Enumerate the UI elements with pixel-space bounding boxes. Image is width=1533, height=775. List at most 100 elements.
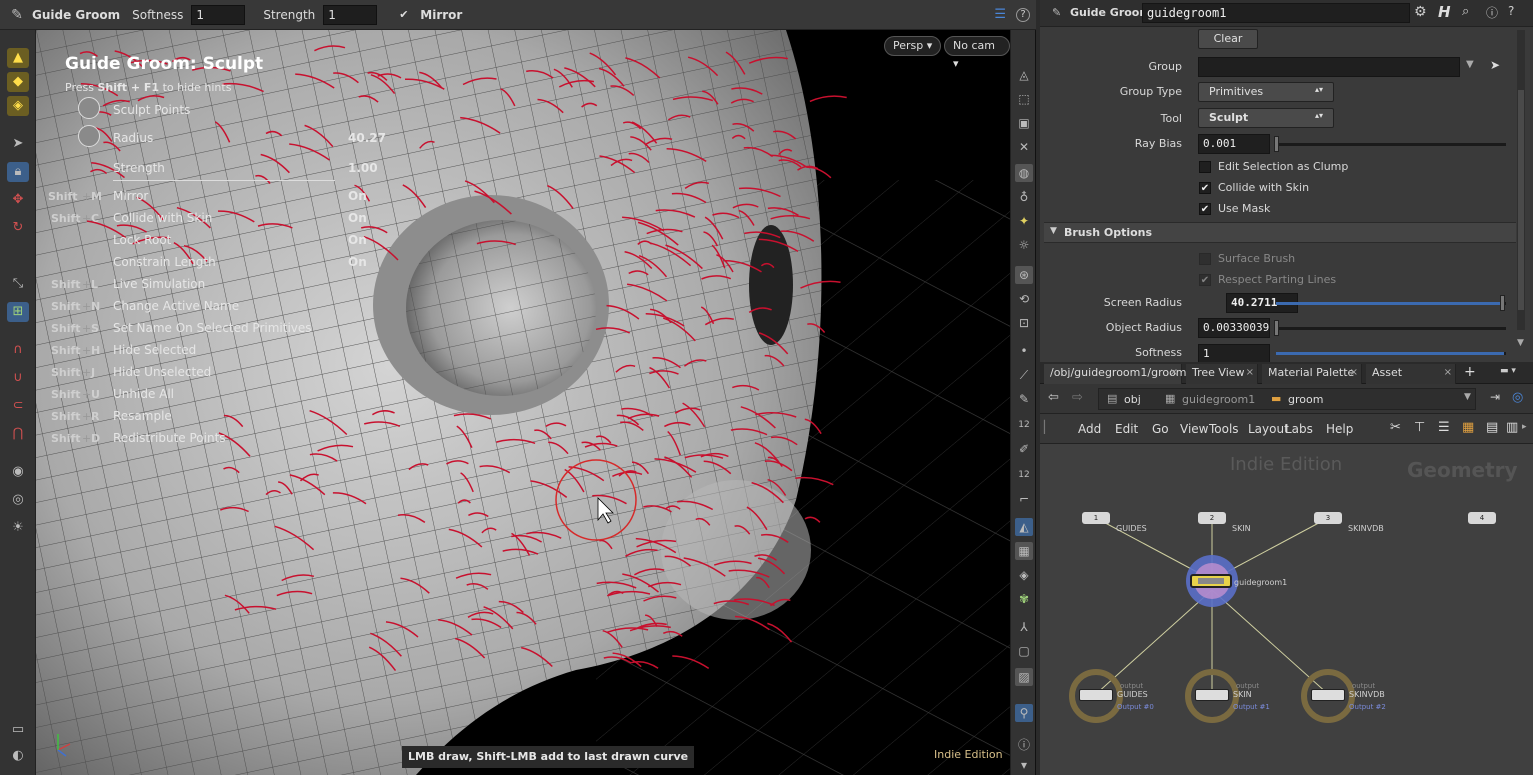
- softness-param-field[interactable]: 1: [1198, 344, 1270, 362]
- view-tool-icon[interactable]: ◉: [7, 462, 29, 482]
- render-icon[interactable]: ◎: [7, 490, 29, 510]
- back-arrow-icon[interactable]: ⇦: [1048, 390, 1059, 405]
- pin-pane-icon[interactable]: ⇥: [1490, 390, 1500, 404]
- point-display-icon[interactable]: •: [1015, 342, 1033, 360]
- headlight-icon[interactable]: ✦: [1015, 212, 1033, 230]
- pen-icon[interactable]: ✎: [6, 7, 28, 23]
- brush-display-icon[interactable]: ✐: [1015, 440, 1033, 458]
- prim-numbers-icon[interactable]: 12: [1015, 466, 1033, 484]
- rotate-tool-icon[interactable]: ↻: [7, 218, 29, 238]
- pane-tab[interactable]: Tree View ×: [1186, 364, 1258, 384]
- object-radius-slider[interactable]: [1276, 327, 1506, 330]
- menu-go[interactable]: Go: [1152, 422, 1169, 436]
- deform-tool-icon[interactable]: ⊂: [7, 396, 29, 416]
- lock-camera-icon[interactable]: ▣: [1015, 114, 1033, 132]
- butterfly-icon[interactable]: ✾: [1015, 590, 1033, 608]
- layers-icon[interactable]: ◈: [1015, 566, 1033, 584]
- menu-edit[interactable]: Edit: [1115, 422, 1138, 436]
- brush-options-section[interactable]: ▼ Brush Options: [1044, 222, 1516, 243]
- group-dropdown-icon[interactable]: ▼: [1466, 59, 1474, 70]
- template-icon[interactable]: ⬚: [1015, 90, 1033, 108]
- group-field[interactable]: [1198, 57, 1460, 77]
- handle-tool-icon[interactable]: ⊞: [7, 302, 29, 322]
- menu-tools[interactable]: Tools: [1209, 422, 1239, 436]
- uv-icon[interactable]: ▦: [1015, 542, 1033, 560]
- input-node[interactable]: 4: [1468, 512, 1496, 524]
- softness-param-slider[interactable]: [1276, 352, 1506, 355]
- render-region-icon[interactable]: ⊡: [1015, 314, 1033, 332]
- joint-icon[interactable]: ⅄: [1015, 618, 1033, 636]
- group-type-menu[interactable]: Primitives ▴▾: [1198, 82, 1334, 102]
- close-tab-icon[interactable]: ×: [1170, 364, 1178, 382]
- magnet-icon[interactable]: ∩: [7, 340, 29, 360]
- corner-icon[interactable]: ⌐: [1015, 490, 1033, 508]
- menu-labs[interactable]: Labs: [1285, 422, 1313, 436]
- menu-layout[interactable]: Layout: [1248, 422, 1289, 436]
- screen-radius-slider[interactable]: [1276, 302, 1506, 305]
- close-tab-icon[interactable]: ×: [1350, 364, 1358, 382]
- surface-brush-checkbox[interactable]: [1199, 253, 1211, 265]
- help-param-icon[interactable]: ?: [1508, 4, 1514, 18]
- strength-field[interactable]: 1: [323, 4, 378, 25]
- ghost-icon[interactable]: ◬: [1015, 66, 1033, 84]
- edit-selection-checkbox[interactable]: [1199, 161, 1211, 173]
- node-name-field[interactable]: guidegroom1: [1142, 3, 1410, 23]
- houdini-h-icon[interactable]: H: [1438, 3, 1451, 21]
- breadcrumb-item[interactable]: guidegroom1: [1182, 393, 1255, 406]
- help-icon[interactable]: ?: [1016, 7, 1030, 22]
- light-icon[interactable]: ☀: [7, 518, 29, 538]
- menu-view[interactable]: View: [1180, 422, 1208, 436]
- image-icon[interactable]: ▨: [1015, 668, 1033, 686]
- breadcrumb-item[interactable]: obj: [1124, 393, 1141, 406]
- menu-add[interactable]: Add: [1078, 422, 1101, 436]
- path-dropdown-icon[interactable]: ▼: [1464, 392, 1471, 402]
- table-view-icon[interactable]: ▤: [1486, 420, 1498, 435]
- pen-display-icon[interactable]: ✎: [1015, 390, 1033, 408]
- select-arrow-icon[interactable]: ➤: [7, 134, 29, 154]
- xray-icon[interactable]: ⊛: [1015, 266, 1033, 284]
- output-node[interactable]: [1195, 689, 1229, 701]
- grid-view-icon[interactable]: ▦: [1462, 420, 1474, 435]
- close-tab-icon[interactable]: ×: [1444, 364, 1452, 382]
- camera-icon[interactable]: ◐: [7, 746, 29, 766]
- close-view-icon[interactable]: ✕: [1015, 138, 1033, 156]
- scroll-down-icon[interactable]: ▾: [1015, 756, 1033, 774]
- scale-tool-icon[interactable]: ⤡: [7, 274, 29, 294]
- normals-icon[interactable]: ◭: [1015, 518, 1033, 536]
- move-tool-icon[interactable]: ✥: [7, 190, 29, 210]
- pin-icon[interactable]: ⚲: [1015, 704, 1033, 722]
- ray-bias-slider[interactable]: [1276, 143, 1506, 146]
- search-icon[interactable]: ⌕: [1462, 4, 1469, 19]
- pane-menu-icon[interactable]: ▬ ▾: [1500, 366, 1516, 376]
- info-icon[interactable]: ⓘ: [1015, 736, 1033, 754]
- menubar-more-icon[interactable]: ▸: [1522, 422, 1527, 432]
- object-radius-field[interactable]: 0.00330039: [1198, 318, 1270, 338]
- point-numbers-icon[interactable]: 12: [1015, 416, 1033, 434]
- options-icon[interactable]: ☰: [994, 7, 1006, 22]
- box-icon[interactable]: ▢: [1015, 642, 1033, 660]
- menu-help[interactable]: Help: [1326, 422, 1353, 436]
- pose-tool-icon[interactable]: ∪: [7, 368, 29, 388]
- tool-menu[interactable]: Sculpt ▴▾: [1198, 108, 1334, 128]
- softness-field[interactable]: 1: [191, 4, 246, 25]
- guidegroom-node[interactable]: [1190, 574, 1232, 588]
- respect-parting-checkbox[interactable]: ✔: [1199, 274, 1211, 286]
- input-node[interactable]: 1: [1082, 512, 1110, 524]
- ray-bias-field[interactable]: 0.001: [1198, 134, 1270, 154]
- param-scroll-down-icon[interactable]: ▼: [1517, 338, 1524, 348]
- collide-checkbox[interactable]: ✔: [1199, 182, 1211, 194]
- use-mask-checkbox[interactable]: ✔: [1199, 203, 1211, 215]
- group-select-arrow-icon[interactable]: ➤: [1490, 58, 1500, 72]
- output-node[interactable]: [1079, 689, 1113, 701]
- flip-icon[interactable]: ⟲: [1015, 290, 1033, 308]
- eraser-tool-icon[interactable]: ◈: [7, 96, 29, 116]
- gear-icon[interactable]: ⚙: [1414, 4, 1427, 20]
- screen-radius-knob[interactable]: [1500, 295, 1505, 311]
- object-radius-knob[interactable]: [1274, 320, 1279, 336]
- output-node[interactable]: [1311, 689, 1345, 701]
- wrench-icon[interactable]: ✂: [1390, 420, 1401, 435]
- link-icon[interactable]: ◎: [1512, 390, 1523, 405]
- ray-bias-knob[interactable]: [1274, 136, 1279, 152]
- param-scrollbar[interactable]: [1517, 30, 1525, 330]
- 3d-viewport[interactable]: Guide Groom: Sculpt Press Shift + F1 to …: [36, 30, 1010, 775]
